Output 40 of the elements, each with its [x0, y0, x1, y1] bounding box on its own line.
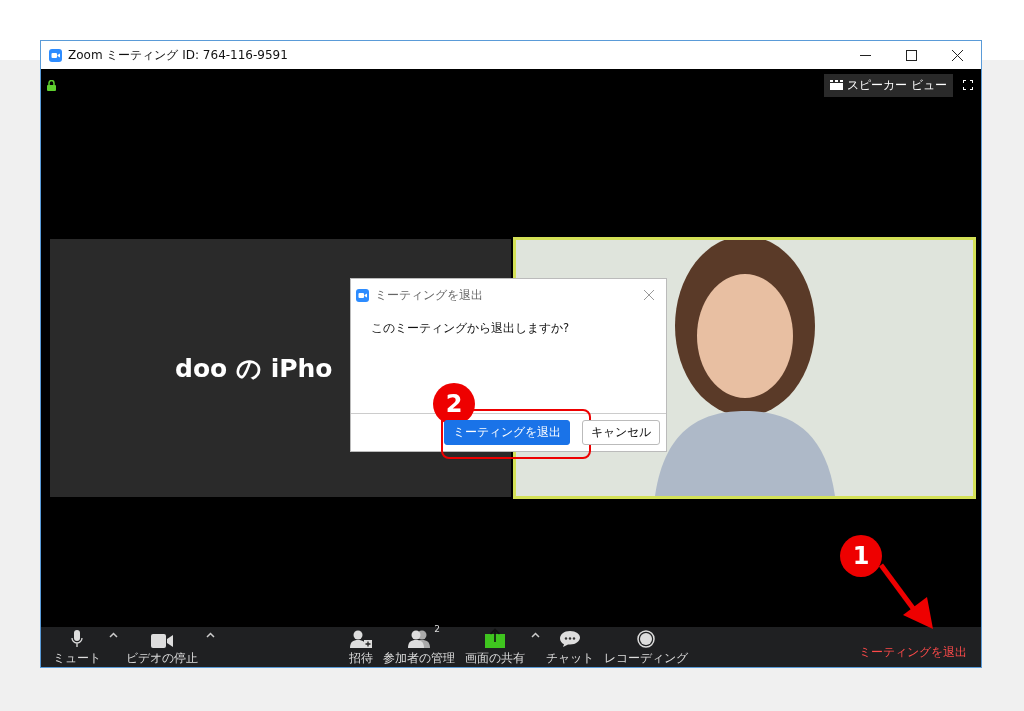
dialog-title: ミーティングを退出	[375, 286, 483, 304]
microphone-icon	[71, 629, 83, 648]
leave-meeting-button[interactable]: ミーティングを退出	[444, 420, 570, 445]
dialog-message: このミーティングから退出しますか?	[370, 320, 571, 337]
caret-icon[interactable]	[206, 631, 215, 638]
caret-icon[interactable]	[109, 631, 118, 638]
video-camera-icon	[151, 633, 173, 648]
record-icon	[637, 629, 655, 648]
video-camera-logo-icon	[49, 48, 62, 62]
participants-button[interactable]: 2 参加者の管理	[379, 625, 459, 669]
share-screen-button[interactable]: 画面の共有	[461, 625, 529, 669]
close-icon[interactable]	[952, 49, 963, 61]
toolbar-label: 参加者の管理	[383, 649, 455, 667]
upload-arrow-icon	[485, 627, 505, 648]
pointer-arrow	[879, 563, 935, 631]
invite-button[interactable]: 招待	[345, 625, 377, 669]
mute-button[interactable]: ミュート	[49, 625, 105, 669]
speaker-view-button[interactable]: スピーカー ビュー	[824, 73, 953, 97]
stop-video-button[interactable]: ビデオの停止	[122, 625, 202, 669]
window-title: Zoom ミーティング ID: 764-116-9591	[68, 46, 288, 64]
cancel-button[interactable]: キャンセル	[582, 420, 660, 445]
speaker-view-icon	[830, 80, 844, 90]
fullscreen-icon[interactable]	[963, 80, 973, 90]
chat-button[interactable]: チャット	[542, 625, 598, 669]
leave-meeting-button[interactable]: ミーティングを退出	[859, 633, 973, 661]
toolbar-label: 画面の共有	[465, 649, 525, 667]
toolbar-label: レコーディング	[604, 649, 688, 667]
toolbar-label: チャット	[546, 649, 594, 667]
chat-bubble-icon	[559, 629, 581, 648]
people-icon	[408, 629, 430, 648]
record-button[interactable]: レコーディング	[600, 625, 692, 669]
maximize-icon[interactable]	[906, 49, 917, 61]
participant-name: doo の iPho	[175, 352, 333, 385]
step-number-badge: 1	[840, 535, 882, 577]
toolbar-label: 招待	[349, 649, 373, 667]
participant-count: 2	[434, 623, 440, 634]
toolbar-label: ビデオの停止	[126, 649, 198, 667]
video-camera-logo-icon	[356, 288, 369, 302]
toolbar-label: ミュート	[53, 649, 101, 667]
caret-icon[interactable]	[531, 631, 540, 638]
